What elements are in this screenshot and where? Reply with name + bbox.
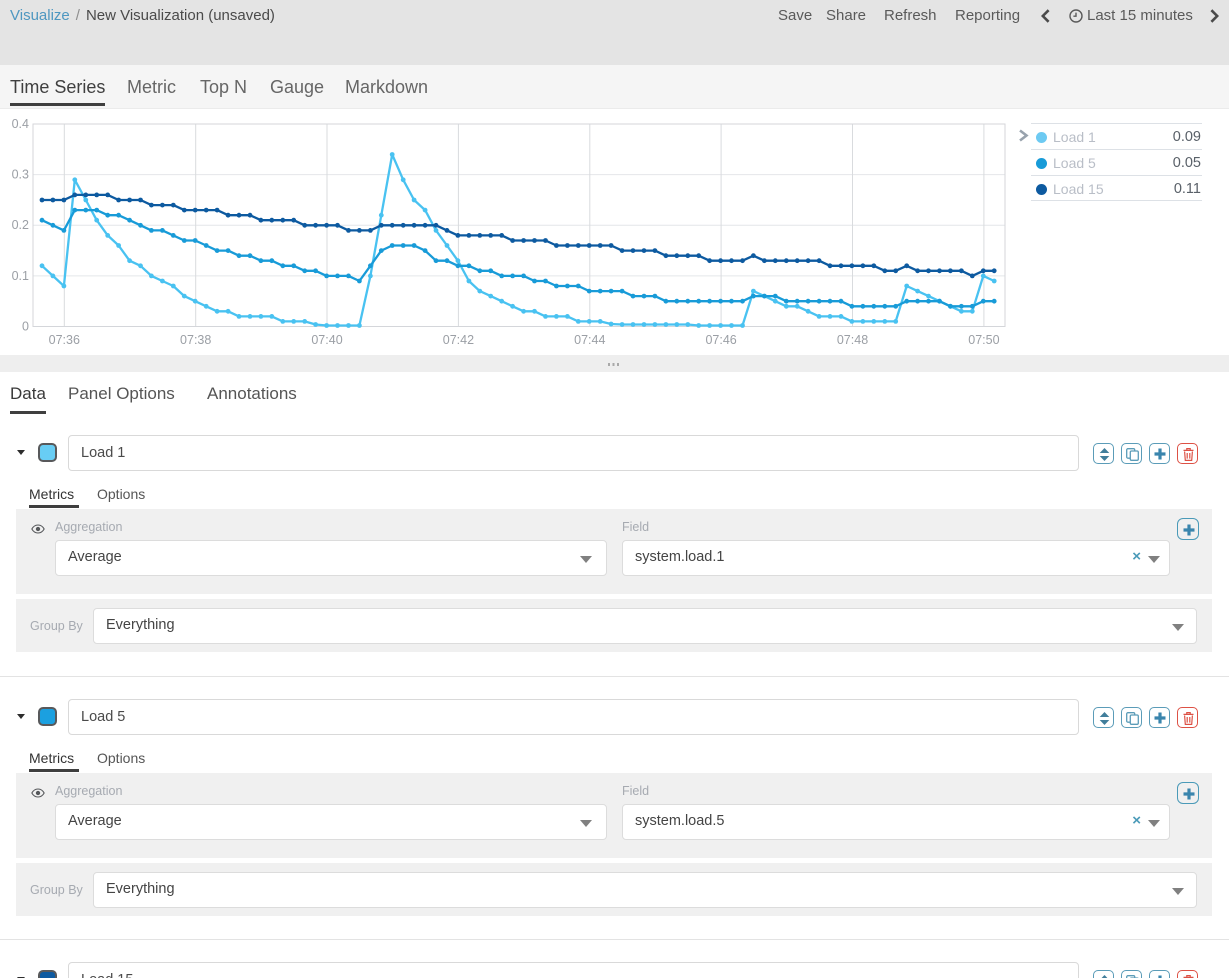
svg-text:07:48: 07:48	[837, 333, 868, 347]
svg-text:0.3: 0.3	[12, 168, 29, 182]
svg-text:0.2: 0.2	[12, 218, 29, 232]
svg-text:07:36: 07:36	[49, 333, 80, 347]
svg-text:0.1: 0.1	[12, 269, 29, 283]
svg-text:07:40: 07:40	[311, 333, 342, 347]
svg-text:07:42: 07:42	[443, 333, 474, 347]
svg-text:07:38: 07:38	[180, 333, 211, 347]
svg-text:0: 0	[22, 320, 29, 334]
svg-text:07:50: 07:50	[968, 333, 999, 347]
svg-text:07:46: 07:46	[705, 333, 736, 347]
svg-text:0.4: 0.4	[12, 117, 29, 131]
svg-text:07:44: 07:44	[574, 333, 605, 347]
